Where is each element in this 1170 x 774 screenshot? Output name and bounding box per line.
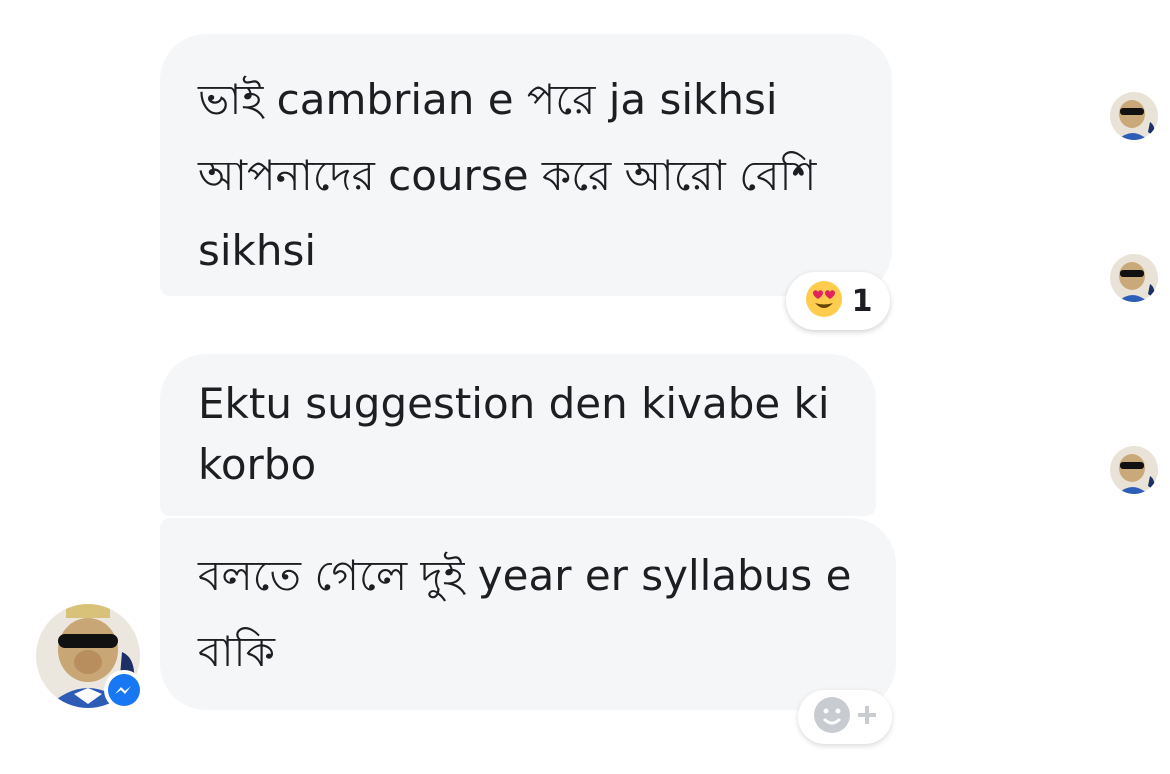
message-text-line: বাকি (198, 626, 275, 676)
message-text-line: ভাই cambrian e পরে ja sikhsi (198, 75, 778, 124)
add-reaction-button[interactable] (798, 690, 892, 744)
heart-eyes-emoji-icon (804, 279, 844, 323)
message-text-line: আপনাদের course করে আরো বেশি (198, 150, 817, 200)
messenger-icon (104, 670, 144, 710)
message-bubble[interactable]: ভাই cambrian e পরে ja sikhsi আপনাদের cou… (160, 34, 892, 296)
seen-avatar-icon (1110, 254, 1158, 302)
smiley-icon (812, 695, 852, 739)
reaction-pill[interactable]: 1 (786, 272, 890, 330)
message-bubble[interactable]: বলতে গেলে দুই year er syllabus e বাকি (160, 518, 896, 710)
message-text-line: sikhsi (198, 226, 317, 276)
seen-avatar-icon (1110, 92, 1158, 140)
reaction-count: 1 (851, 283, 873, 319)
seen-avatar-icon (1110, 446, 1158, 494)
message-bubble[interactable]: Ektu suggestion den kivabe ki korbo (160, 354, 876, 516)
message-text-line: korbo (198, 439, 317, 489)
plus-icon (856, 704, 878, 730)
message-text-line: Ektu suggestion den kivabe ki (198, 379, 830, 428)
message-text-line: বলতে গেলে দুই year er syllabus e (198, 551, 852, 600)
